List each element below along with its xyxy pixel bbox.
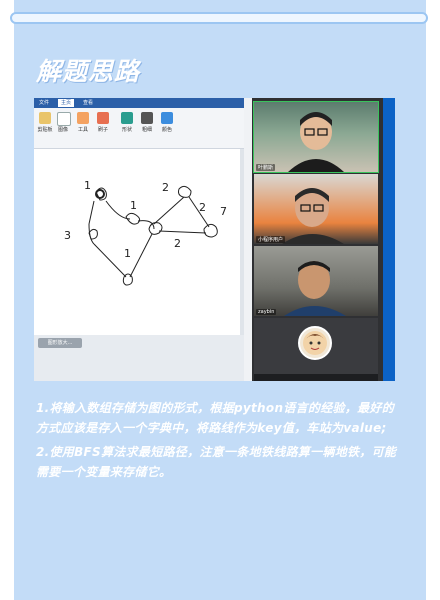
explanation-paragraph-1: 1.将输入数组存储为图的形式，根据python语言的经验，最好的方式应该是存入一… [36,401,394,435]
sketch-edge [158,230,207,234]
ribbon-colors[interactable]: 颜色 [158,110,176,144]
sketch-label: 3 [64,229,71,242]
video-tile-3[interactable]: zaybin [254,246,378,316]
top-decorative-bar [10,12,428,24]
ribbon-tools[interactable]: 工具 [74,110,92,144]
sketch-node [178,185,192,198]
paint-ribbon: 剪贴板 图像 工具 刷子 形状 粗细 颜色 [34,108,244,149]
ribbon-brushes[interactable]: 刷子 [94,110,112,144]
desktop-edge [383,98,395,381]
section-title: 解题思路 [36,57,141,86]
sketch-label: 7 [220,205,227,218]
sketch-label: 1 [130,199,137,212]
sketch-node [148,222,163,235]
participant-name: zaybin [256,309,277,315]
sketch-label: 2 [199,201,206,214]
sketch-label: 2 [174,237,181,250]
image-icon [57,112,71,126]
ribbon-shapes[interactable]: 形状 [118,110,136,144]
ribbon-label: 图像 [57,127,68,133]
participant-name: 小程序用户 [256,236,286,243]
meeting-screenshot: 文件 主页 查看 剪贴板 图像 工具 刷子 形状 粗细 颜色 1 1 2 2 7… [34,98,395,381]
brush-icon [97,112,109,124]
sketch-edge [153,196,185,225]
sketch-node [122,273,133,286]
video-tile-4[interactable] [254,318,378,381]
ribbon-size[interactable]: 粗细 [138,110,156,144]
sketch-node [203,223,218,238]
person-silhouette [282,188,344,244]
palette-icon [161,112,173,124]
pencil-icon [77,112,89,124]
person-silhouette [284,261,346,316]
panel-divider [244,98,252,381]
ribbon-label: 粗细 [141,127,152,133]
tab-home[interactable]: 主页 [58,99,75,107]
avatar [298,326,332,360]
zoom-button[interactable]: 图形放大... [38,338,82,348]
sketch-edge [129,233,153,278]
sketch-edge [88,200,95,225]
shapes-icon [121,112,133,124]
sketch-label: 2 [162,181,169,194]
paint-app: 文件 主页 查看 剪贴板 图像 工具 刷子 形状 粗细 颜色 1 1 2 2 7… [34,98,244,381]
tab-view[interactable]: 查看 [80,99,96,107]
clipboard-icon [39,112,51,124]
ribbon-image[interactable]: 图像 [54,110,72,144]
cartoon-avatar-icon [303,331,327,355]
person-silhouette [288,112,344,172]
ribbon-label: 颜色 [161,127,172,133]
ribbon-label: 剪贴板 [37,127,53,133]
ribbon-label: 工具 [77,127,88,133]
explanation-paragraph-2: 2.使用BFS算法求最短路径，注意一条地铁线路算一辆地铁，可能需要一个变量来存储… [36,445,397,479]
video-tile-2[interactable]: 小程序用户 [254,174,378,244]
ribbon-label: 刷子 [97,127,108,133]
sketch-label: 1 [84,179,91,192]
ribbon-label: 形状 [121,127,132,133]
sketch-edge [93,243,127,278]
paint-tab-bar: 文件 主页 查看 [34,98,244,108]
paint-status-area: 图形放大... [34,335,244,381]
video-toolbar [254,374,378,381]
ribbon-clipboard[interactable]: 剪贴板 [36,110,54,144]
participant-name: 叶鹏斯 [256,164,276,171]
sketch-label: 1 [124,247,131,260]
explanation-text: 1.将输入数组存储为图的形式，根据python语言的经验，最好的方式应该是存入一… [36,398,402,486]
graph-sketch: 1 1 2 2 7 3 1 2 [64,179,227,286]
paint-canvas[interactable]: 1 1 2 2 7 3 1 2 [34,149,244,335]
video-tile-1[interactable]: 叶鹏斯 [253,101,379,173]
size-lines-icon [141,112,153,124]
tab-file[interactable]: 文件 [36,99,52,107]
